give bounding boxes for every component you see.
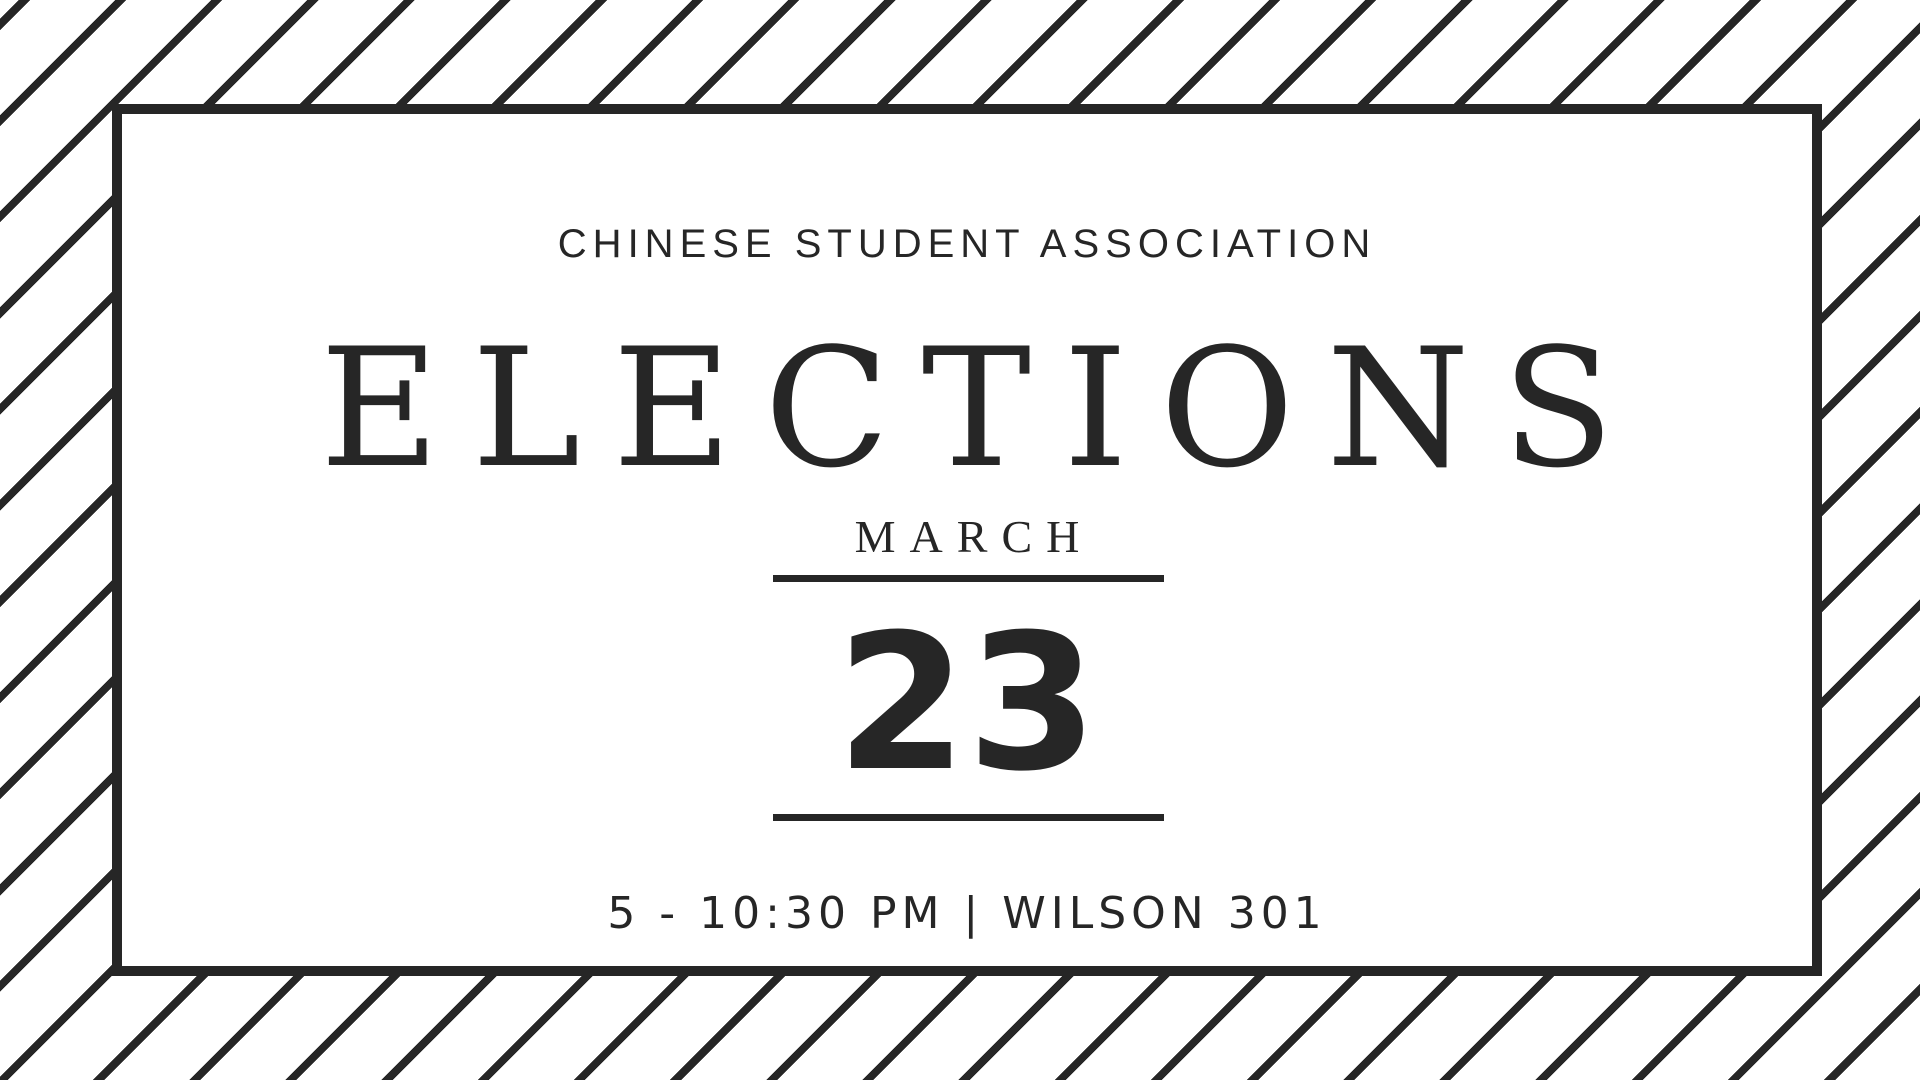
event-day: 23 — [836, 594, 1098, 813]
event-details: 5 - 10:30 PM | WILSON 301 — [607, 888, 1327, 939]
divider-top — [773, 575, 1164, 582]
divider-bottom — [773, 814, 1164, 821]
event-card: CHINESE STUDENT ASSOCIATION ELECTIONS MA… — [112, 104, 1822, 976]
organization-name: CHINESE STUDENT ASSOCIATION — [557, 222, 1377, 266]
event-month: MARCH — [854, 511, 1094, 562]
event-title: ELECTIONS — [319, 313, 1647, 504]
